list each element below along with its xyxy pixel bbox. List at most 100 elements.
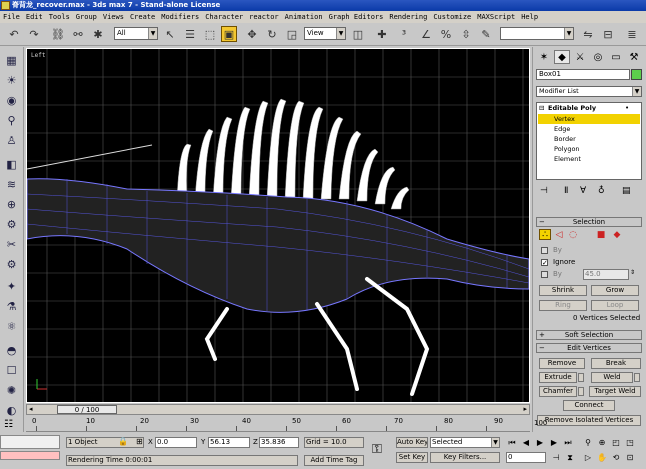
particles-icon[interactable]: ✦ (3, 279, 20, 294)
connect-button[interactable]: Connect (563, 400, 615, 411)
undo-icon[interactable]: ↶ (6, 26, 22, 42)
percent-snap-icon[interactable]: % (438, 26, 454, 42)
field-of-view-icon[interactable]: ▷ (582, 452, 594, 463)
polygon-subobject-icon[interactable]: ■ (595, 229, 607, 240)
prev-arrow-icon[interactable]: ◂ (29, 405, 33, 413)
absolute-mode-icon[interactable]: ⊞ (136, 437, 143, 446)
extrude-button[interactable]: Extrude (539, 372, 577, 383)
loop-button[interactable]: Loop (591, 300, 639, 311)
z-coordinate-field[interactable]: 35.836 (259, 437, 299, 448)
menu-animation[interactable]: Animation (285, 13, 323, 21)
remove-isolated-vertices-button[interactable]: Remove Isolated Vertices (537, 415, 641, 426)
zoom-all-icon[interactable]: ⊕ (596, 437, 608, 448)
stack-item-polygon[interactable]: Polygon (554, 145, 580, 153)
menu-create[interactable]: Create (130, 13, 155, 21)
stack-item-element[interactable]: Element (554, 155, 581, 163)
dynamics-icon[interactable]: ⚗ (3, 299, 20, 314)
maxscript-result-mini[interactable] (0, 451, 60, 460)
light-bulb-icon[interactable]: • (625, 104, 629, 112)
named-selection-sets-dropdown[interactable]: ▼ (500, 27, 574, 40)
menu-graph-editors[interactable]: Graph Editors (329, 13, 384, 21)
modify-tab-icon[interactable]: ◆ (554, 50, 570, 64)
environment-icon[interactable]: ◐ (3, 403, 20, 418)
chamfer-settings-button[interactable] (578, 387, 584, 396)
trackbar-toggle-icon[interactable]: ☷ (4, 419, 13, 430)
zoom-extents-all-icon[interactable]: ◳ (624, 437, 636, 448)
chamfer-button[interactable]: Chamfer (539, 386, 577, 397)
stack-root-editable-poly[interactable]: Editable Poly (548, 104, 596, 112)
cameras-icon[interactable]: ⚙ (3, 257, 20, 272)
stack-item-edge[interactable]: Edge (554, 125, 570, 133)
layer-manager-icon[interactable]: ≣ (624, 26, 640, 42)
edge-subobject-icon[interactable]: ◁ (553, 229, 565, 240)
key-selection-dropdown[interactable]: Selected ▼ (430, 437, 500, 448)
biped-icon[interactable]: ♙ (3, 133, 20, 148)
maximize-viewport-icon[interactable]: ⊡ (624, 452, 636, 463)
select-scale-icon[interactable]: ◲ (284, 26, 300, 42)
stack-item-vertex[interactable]: Vertex (538, 114, 640, 124)
snap-toggle-icon[interactable]: ³ (396, 26, 412, 42)
weld-button[interactable]: Weld (591, 372, 633, 383)
show-end-result-icon[interactable]: Ⅱ (564, 186, 568, 196)
by-angle-checkbox[interactable] (541, 271, 548, 278)
soft-selection-rollout-header[interactable]: + Soft Selection (536, 330, 642, 340)
pin-stack-icon[interactable]: ⊣ (540, 186, 548, 196)
y-coordinate-field[interactable]: 56.13 (208, 437, 250, 448)
create-geometry-icon[interactable]: ▦ (3, 53, 20, 68)
mirror-icon[interactable]: ⇋ (580, 26, 596, 42)
grow-button[interactable]: Grow (591, 285, 639, 296)
bind-space-warp-icon[interactable]: ✱ (90, 26, 106, 42)
play-icon[interactable]: ▶ (534, 437, 546, 448)
systems-icon[interactable]: ✂ (3, 237, 20, 252)
make-unique-icon[interactable]: ∀ (580, 186, 586, 196)
unlink-icon[interactable]: ⚯ (70, 26, 86, 42)
reactor-icon[interactable]: ⚛ (3, 319, 20, 334)
edit-vertices-rollout-header[interactable]: − Edit Vertices (536, 343, 642, 353)
angle-spinner[interactable]: 45.0 (583, 269, 629, 280)
menu-rendering[interactable]: Rendering (389, 13, 427, 21)
select-link-icon[interactable]: ⛓ (50, 26, 66, 42)
go-to-start-icon[interactable]: ⏮ (506, 437, 518, 448)
viewport-left[interactable]: Left (26, 48, 530, 403)
select-object-icon[interactable]: ↖ (162, 26, 178, 42)
object-name-field[interactable]: Box01 (536, 69, 630, 80)
shapes-icon[interactable]: ≋ (3, 177, 20, 192)
menu-modifiers[interactable]: Modifiers (161, 13, 199, 21)
menu-edit[interactable]: Edit (26, 13, 43, 21)
zoom-extents-icon[interactable]: ◰ (610, 437, 622, 448)
key-filters-button[interactable]: Key Filters... (430, 452, 500, 463)
manipulate-icon[interactable]: ✚ (374, 26, 390, 42)
menu-maxscript[interactable]: MAXScript (477, 13, 515, 21)
quick-render-icon[interactable]: ☐ (3, 363, 20, 378)
select-rotate-icon[interactable]: ↻ (264, 26, 280, 42)
spinner-snap-icon[interactable]: ⇳ (458, 26, 474, 42)
modifier-list-dropdown[interactable]: Modifier List ▼ (536, 86, 642, 97)
viewport-label[interactable]: Left (31, 52, 46, 59)
time-slider-thumb[interactable]: 0 / 100 (57, 405, 117, 414)
by-vertex-checkbox[interactable] (541, 247, 548, 254)
extrude-settings-button[interactable] (578, 373, 584, 382)
border-subobject-icon[interactable]: ◌ (567, 229, 579, 240)
redo-icon[interactable]: ↷ (26, 26, 42, 42)
window-crossing-icon[interactable]: ▣ (221, 26, 237, 42)
target-weld-button[interactable]: Target Weld (589, 386, 641, 397)
time-config-icon[interactable]: ⧗ (564, 452, 576, 463)
hierarchy-tab-icon[interactable]: ⚔ (572, 50, 588, 64)
space-warps-icon[interactable]: ⚙ (3, 217, 20, 232)
auto-key-button[interactable]: Auto Key (396, 437, 428, 448)
menu-views[interactable]: Views (103, 13, 124, 21)
configure-sets-icon[interactable]: ▤ (622, 186, 631, 196)
layers-icon[interactable]: ◧ (3, 157, 20, 172)
menu-help[interactable]: Help (521, 13, 538, 21)
menu-reactor[interactable]: reactor (249, 13, 279, 21)
go-to-end-icon[interactable]: ⏭ (562, 437, 574, 448)
x-coordinate-field[interactable]: 0.0 (155, 437, 197, 448)
vertex-subobject-icon[interactable]: ∴ (539, 229, 551, 240)
add-time-tag-button[interactable]: Add Time Tag (304, 455, 364, 466)
selection-rollout-header[interactable]: − Selection (536, 217, 642, 227)
time-slider[interactable]: 0 / 100 ◂ ▸ (26, 404, 530, 415)
key-icon[interactable]: ⚿ (372, 442, 382, 457)
menu-customize[interactable]: Customize (433, 13, 471, 21)
menu-file[interactable]: File (3, 13, 20, 21)
select-move-icon[interactable]: ✥ (244, 26, 260, 42)
